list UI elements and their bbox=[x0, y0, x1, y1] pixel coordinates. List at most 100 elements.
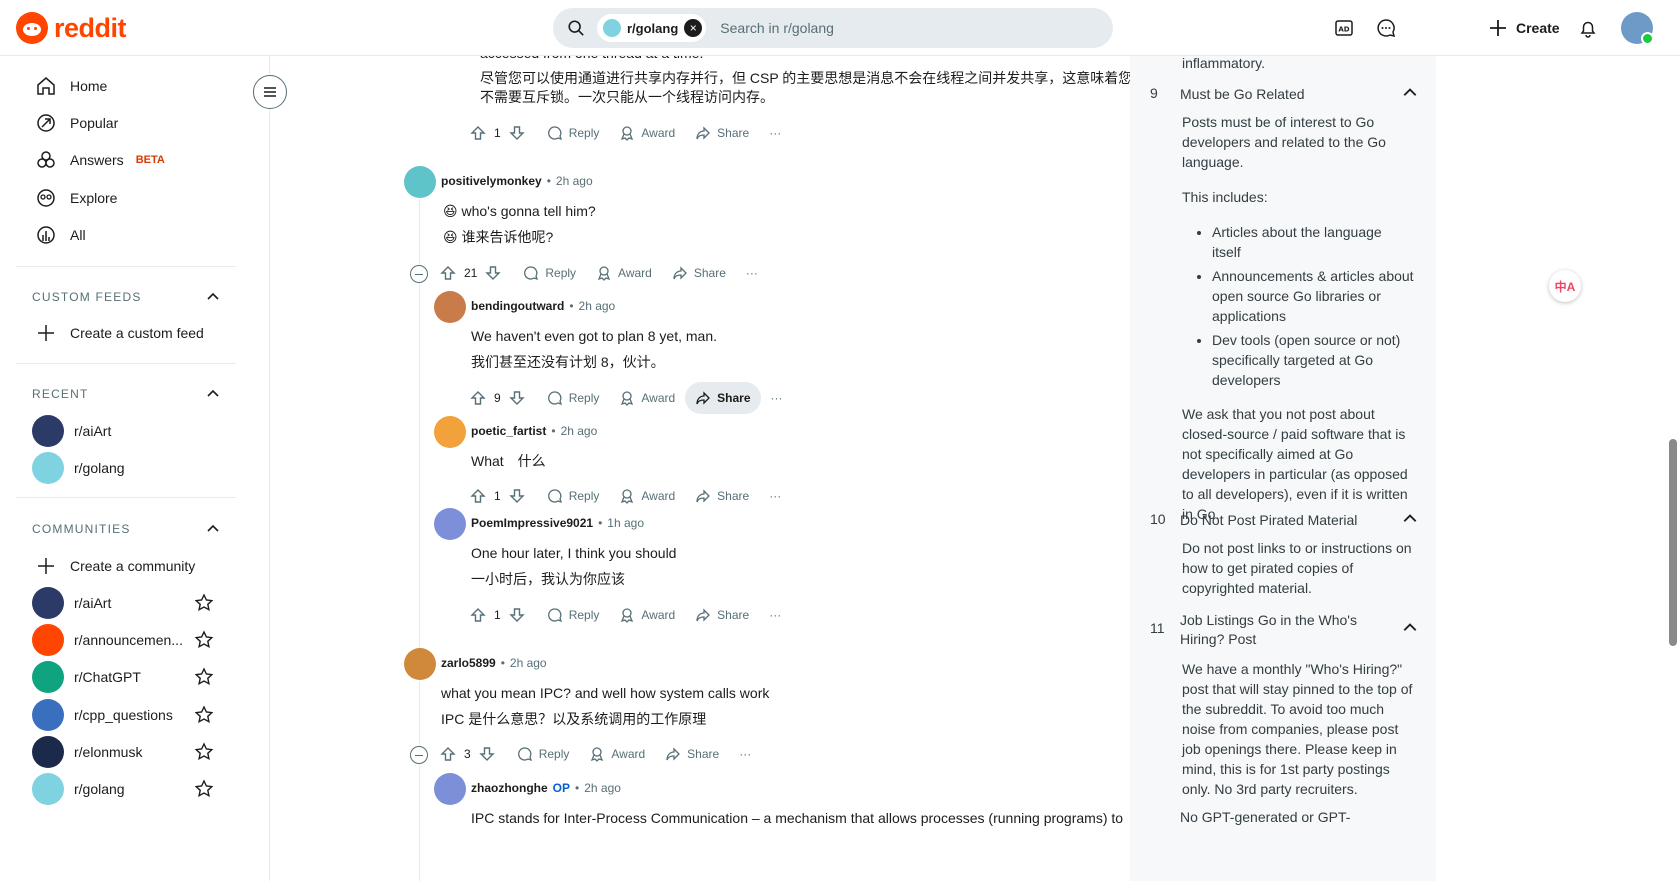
community-elonmusk[interactable]: r/elonmusk bbox=[16, 732, 236, 772]
downvote-icon[interactable] bbox=[508, 390, 525, 406]
upvote-icon[interactable] bbox=[470, 488, 486, 504]
upvote-icon[interactable] bbox=[440, 265, 456, 281]
user-avatar[interactable] bbox=[434, 508, 466, 540]
username[interactable]: PoemImpressive9021 bbox=[471, 516, 593, 530]
share-button[interactable]: Share bbox=[655, 738, 729, 770]
timestamp[interactable]: 2h ago bbox=[561, 424, 598, 438]
downvote-icon[interactable] bbox=[485, 265, 502, 281]
community-golang[interactable]: r/golang bbox=[16, 769, 236, 809]
create-button[interactable]: Create bbox=[1480, 10, 1568, 46]
username[interactable]: zhaozhonghe bbox=[471, 781, 548, 795]
reply-button[interactable]: Reply bbox=[507, 738, 580, 770]
username[interactable]: poetic_fartist bbox=[471, 424, 546, 438]
more-options-icon[interactable]: ··· bbox=[736, 257, 768, 289]
nav-all[interactable]: All bbox=[16, 215, 236, 255]
award-button[interactable]: Award bbox=[609, 599, 685, 631]
share-button[interactable]: Share bbox=[685, 117, 759, 149]
notifications-bell-icon[interactable] bbox=[1574, 14, 1602, 42]
upvote-icon[interactable] bbox=[440, 746, 456, 762]
chip-close-icon[interactable]: × bbox=[684, 19, 703, 37]
downvote-icon[interactable] bbox=[508, 607, 525, 623]
timestamp[interactable]: 2h ago bbox=[556, 174, 593, 188]
thread-line[interactable] bbox=[419, 681, 420, 881]
more-options-icon[interactable]: ··· bbox=[759, 117, 791, 149]
username[interactable]: zarlo5899 bbox=[441, 656, 496, 670]
rule-11-header[interactable]: 11 Job Listings Go in the Who's Hiring? … bbox=[1150, 611, 1420, 649]
recent-item-golang[interactable]: r/golang bbox=[16, 448, 236, 488]
downvote-icon[interactable] bbox=[508, 488, 525, 504]
more-options-icon[interactable]: ··· bbox=[759, 599, 791, 631]
star-icon[interactable] bbox=[194, 705, 214, 725]
create-community[interactable]: Create a community bbox=[16, 546, 236, 586]
upvote-icon[interactable] bbox=[470, 607, 486, 623]
award-button[interactable]: Award bbox=[609, 117, 685, 149]
award-button[interactable]: Award bbox=[609, 480, 685, 512]
rule-10-header[interactable]: 10 Do Not Post Pirated Material bbox=[1150, 511, 1420, 530]
star-icon[interactable] bbox=[194, 593, 214, 613]
collapse-thread-button[interactable] bbox=[410, 746, 428, 764]
recent-item-aiart[interactable]: r/aiArt bbox=[16, 411, 236, 451]
subreddit-search-chip[interactable]: r/golang × bbox=[597, 14, 707, 42]
downvote-icon[interactable] bbox=[478, 746, 495, 762]
share-button[interactable]: Share bbox=[685, 382, 761, 414]
community-announcements[interactable]: r/announcemen... bbox=[16, 620, 236, 660]
nav-explore[interactable]: Explore bbox=[16, 178, 236, 218]
scroll-thumb[interactable] bbox=[1669, 439, 1677, 646]
reply-button[interactable]: Reply bbox=[513, 257, 586, 289]
user-avatar[interactable] bbox=[434, 416, 466, 448]
award-button[interactable]: Award bbox=[586, 257, 662, 289]
share-button[interactable]: Share bbox=[685, 599, 759, 631]
create-custom-feed[interactable]: Create a custom feed bbox=[16, 313, 236, 353]
nav-popular[interactable]: Popular bbox=[16, 103, 236, 143]
reddit-logo[interactable]: reddit bbox=[16, 12, 127, 44]
custom-feeds-header[interactable]: CUSTOM FEEDS bbox=[32, 290, 220, 304]
translate-button[interactable]: 中A bbox=[1549, 270, 1581, 302]
username[interactable]: bendingoutward bbox=[471, 299, 564, 313]
community-chatgpt[interactable]: r/ChatGPT bbox=[16, 657, 236, 697]
username[interactable]: positivelymonkey bbox=[441, 174, 542, 188]
search-bar[interactable]: r/golang × bbox=[553, 8, 1113, 48]
star-icon[interactable] bbox=[194, 667, 214, 687]
award-button[interactable]: Award bbox=[579, 738, 655, 770]
reply-button[interactable]: Reply bbox=[537, 480, 610, 512]
community-cpp-questions[interactable]: r/cpp_questions bbox=[16, 695, 236, 735]
communities-header[interactable]: COMMUNITIES bbox=[32, 522, 220, 536]
chevron-up-icon bbox=[1403, 623, 1417, 631]
user-avatar[interactable] bbox=[434, 291, 466, 323]
collapse-thread-button[interactable] bbox=[410, 265, 428, 283]
reply-button[interactable]: Reply bbox=[537, 382, 610, 414]
reply-button[interactable]: Reply bbox=[537, 117, 610, 149]
rule-9-header[interactable]: 9 Must be Go Related bbox=[1150, 85, 1420, 104]
timestamp[interactable]: 2h ago bbox=[584, 781, 621, 795]
nav-answers[interactable]: Answers BETA bbox=[16, 140, 236, 180]
recent-header[interactable]: RECENT bbox=[32, 387, 220, 401]
rule-12-header[interactable]: No GPT-generated or GPT- bbox=[1150, 808, 1420, 827]
more-options-icon[interactable]: ··· bbox=[761, 382, 793, 414]
star-icon[interactable] bbox=[194, 630, 214, 650]
nav-home[interactable]: Home bbox=[16, 66, 236, 106]
award-button[interactable]: Award bbox=[609, 382, 685, 414]
more-options-icon[interactable]: ··· bbox=[759, 480, 791, 512]
timestamp[interactable]: 2h ago bbox=[510, 656, 547, 670]
collapse-sidebar-button[interactable] bbox=[253, 75, 287, 109]
downvote-icon[interactable] bbox=[508, 125, 525, 141]
user-avatar[interactable] bbox=[434, 773, 466, 805]
timestamp[interactable]: 1h ago bbox=[607, 516, 644, 530]
search-input[interactable] bbox=[720, 20, 1061, 36]
share-button[interactable]: Share bbox=[662, 257, 736, 289]
user-avatar[interactable] bbox=[404, 166, 436, 198]
reply-button[interactable]: Reply bbox=[537, 599, 610, 631]
star-icon[interactable] bbox=[194, 742, 214, 762]
timestamp[interactable]: 2h ago bbox=[579, 299, 616, 313]
more-options-icon[interactable]: ··· bbox=[729, 738, 761, 770]
advertise-icon[interactable]: AD bbox=[1330, 14, 1358, 42]
upvote-icon[interactable] bbox=[470, 390, 486, 406]
upvote-icon[interactable] bbox=[470, 125, 486, 141]
share-button[interactable]: Share bbox=[685, 480, 759, 512]
user-avatar[interactable] bbox=[404, 648, 436, 680]
chat-icon[interactable] bbox=[1372, 14, 1400, 42]
scrollbar[interactable] bbox=[1666, 56, 1680, 881]
community-aiart[interactable]: r/aiArt bbox=[16, 583, 236, 623]
star-icon[interactable] bbox=[194, 779, 214, 799]
user-avatar[interactable] bbox=[1621, 12, 1654, 45]
